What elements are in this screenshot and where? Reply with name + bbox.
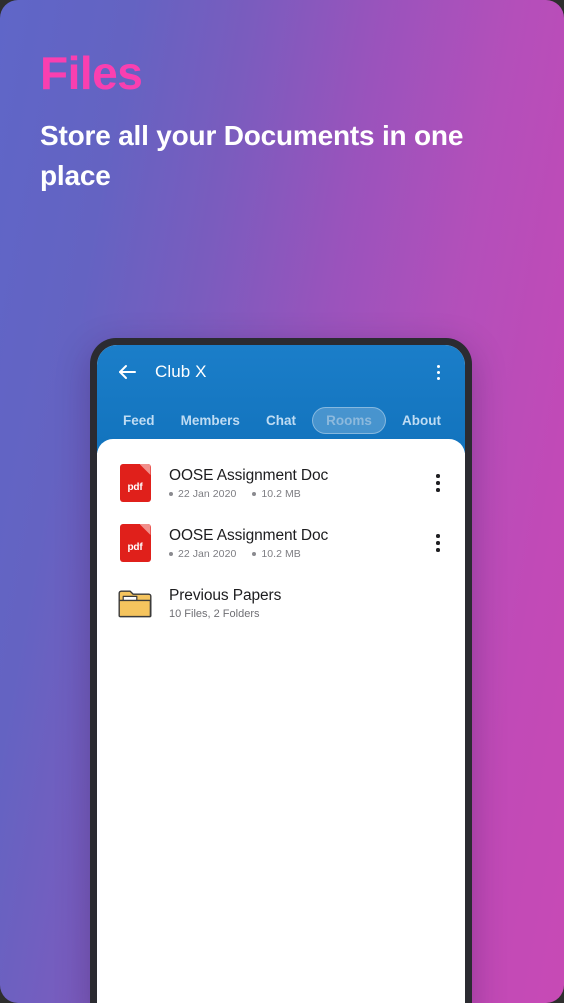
dot: [436, 376, 440, 380]
promo-banner: Files Store all your Documents in one pl…: [0, 0, 564, 1003]
more-vertical-icon[interactable]: [425, 466, 451, 500]
bullet-icon: [252, 492, 257, 497]
pdf-file-icon: pdf: [115, 521, 155, 565]
arrow-left-icon[interactable]: [115, 360, 139, 384]
app-bar-title: Club X: [155, 362, 207, 381]
tab-bar: Feed Members Chat Rooms About: [97, 399, 465, 447]
folder-name: Previous Papers: [169, 587, 282, 605]
page-subtitle: Store all your Documents in one place: [40, 120, 464, 191]
file-list-item[interactable]: pdf OOSE Assignment Doc 22 Jan 2020 10.2…: [97, 453, 465, 513]
more-vertical-icon[interactable]: [427, 361, 449, 383]
file-info: OOSE Assignment Doc 22 Jan 2020 10.2 MB: [169, 466, 425, 500]
dot: [436, 370, 440, 374]
headline-block: Files Store all your Documents in one pl…: [40, 50, 520, 196]
folder-subtitle: 10 Files, 2 Folders: [169, 607, 260, 620]
folder-icon: [115, 581, 155, 625]
dot: [436, 488, 440, 492]
bullet-icon: [169, 492, 173, 497]
dot: [436, 541, 440, 545]
tab-chat[interactable]: Chat: [256, 407, 306, 434]
dot: [436, 481, 440, 485]
phone-mockup: Club X Feed Members Chat Rooms About pdf…: [90, 338, 472, 1003]
file-info: OOSE Assignment Doc 22 Jan 2020 10.2 MB: [169, 526, 425, 560]
file-size: 10.2 MB: [261, 488, 301, 501]
app-bar: Club X Feed Members Chat Rooms About: [97, 345, 465, 453]
pdf-icon-label: pdf: [127, 482, 143, 493]
file-name: OOSE Assignment Doc: [169, 466, 329, 484]
tab-members[interactable]: Members: [171, 407, 250, 434]
file-date: 22 Jan 2020: [178, 488, 237, 501]
dot: [436, 548, 440, 552]
folder-info: Previous Papers 10 Files, 2 Folders: [169, 586, 451, 619]
dot: [436, 364, 440, 368]
dot: [436, 534, 440, 538]
file-meta: 22 Jan 2020 10.2 MB: [169, 488, 425, 500]
tab-feed[interactable]: Feed: [113, 407, 165, 434]
file-meta: 22 Jan 2020 10.2 MB: [169, 548, 425, 560]
file-list-sheet: pdf OOSE Assignment Doc 22 Jan 2020 10.2…: [97, 439, 465, 1003]
file-date: 22 Jan 2020: [178, 548, 237, 561]
more-vertical-icon[interactable]: [425, 526, 451, 560]
tab-about[interactable]: About: [392, 407, 451, 434]
file-list-item[interactable]: pdf OOSE Assignment Doc 22 Jan 2020 10.2…: [97, 513, 465, 573]
file-size: 10.2 MB: [261, 548, 301, 561]
app-bar-top: Club X: [97, 345, 465, 399]
page-title: Files: [40, 47, 143, 99]
folder-list-item[interactable]: Previous Papers 10 Files, 2 Folders: [97, 573, 465, 633]
file-name: OOSE Assignment Doc: [169, 526, 329, 544]
bullet-icon: [169, 552, 173, 557]
dot: [436, 474, 440, 478]
tab-rooms[interactable]: Rooms: [312, 406, 386, 434]
phone-screen: Club X Feed Members Chat Rooms About pdf…: [97, 345, 465, 1003]
pdf-file-icon: pdf: [115, 461, 155, 505]
bullet-icon: [252, 552, 257, 557]
pdf-icon-label: pdf: [127, 542, 143, 553]
